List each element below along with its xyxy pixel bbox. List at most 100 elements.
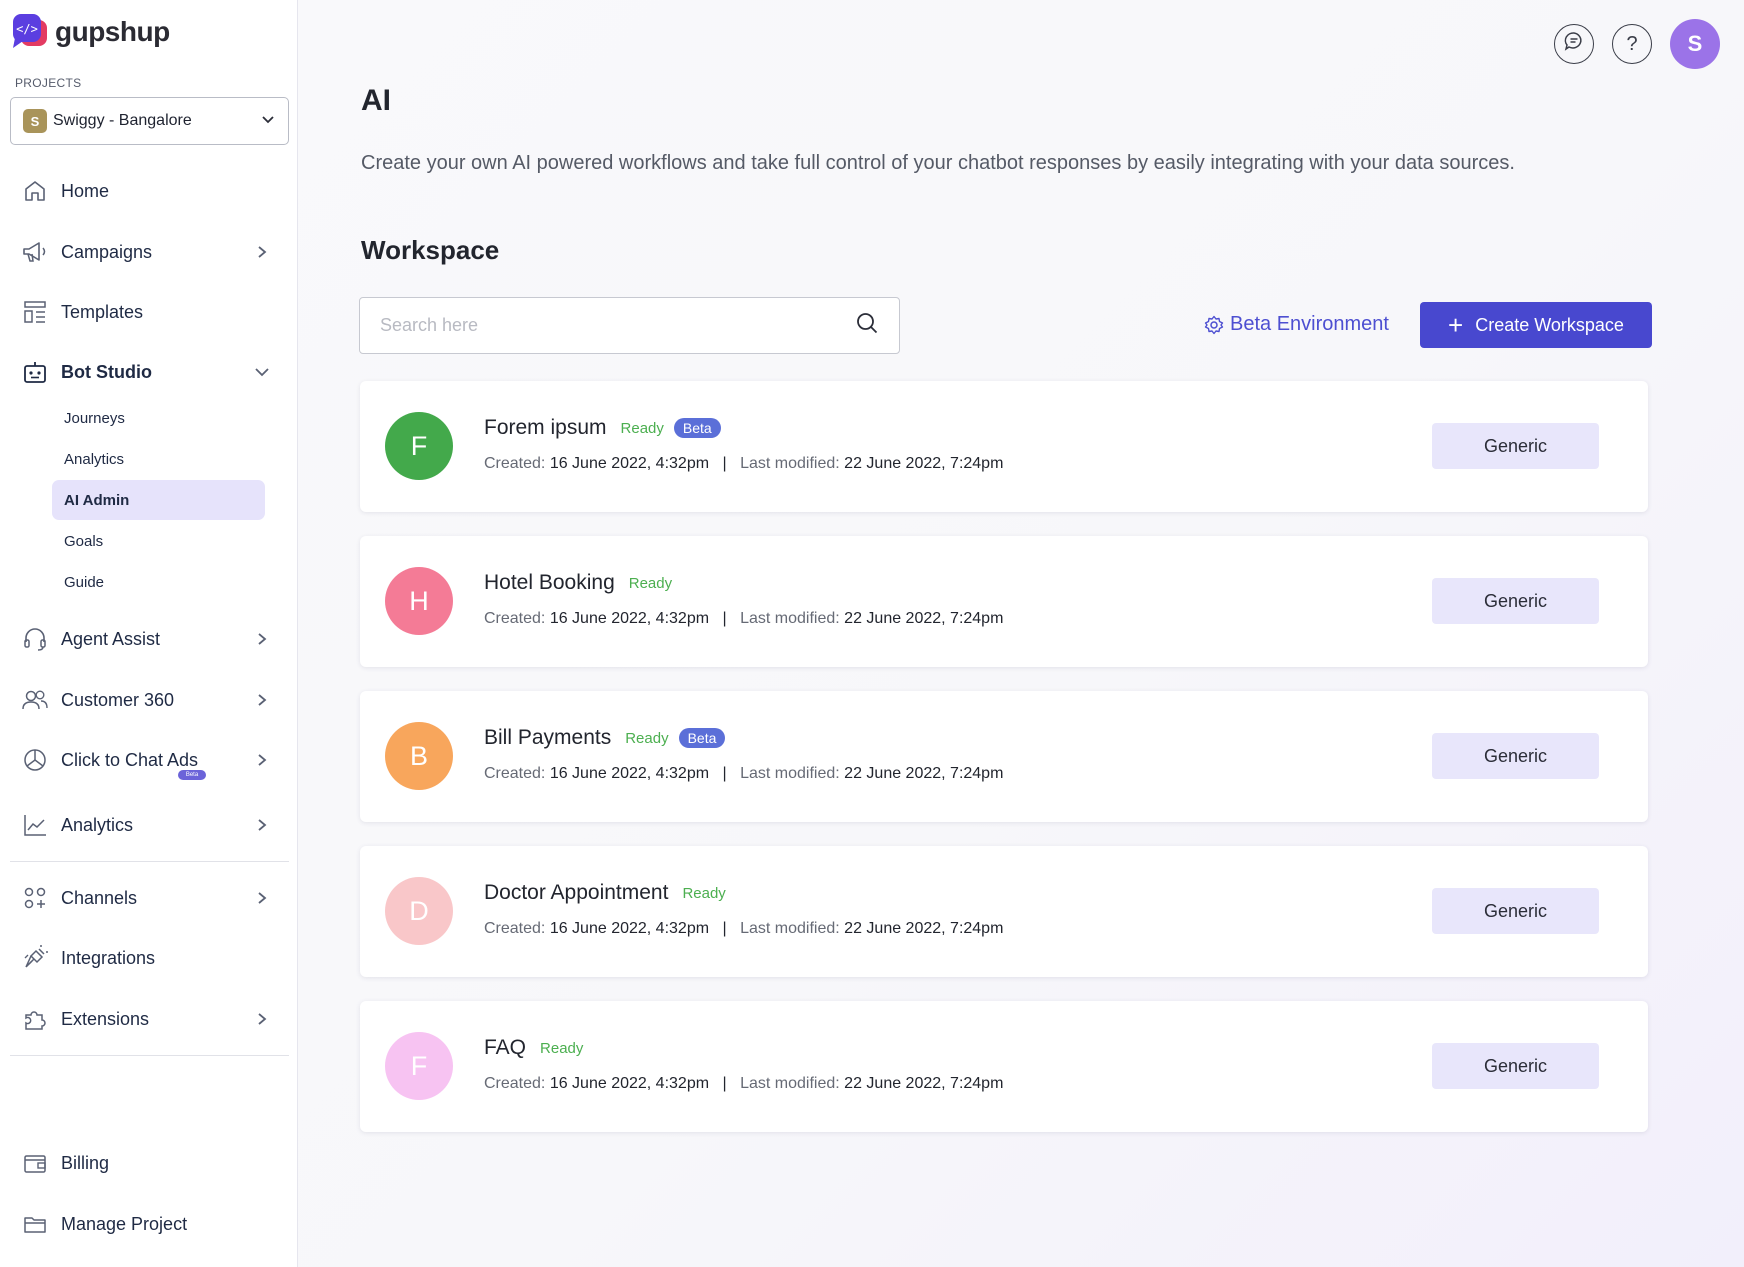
workspace-type-button[interactable]: Generic <box>1432 578 1599 624</box>
workspace-name-row: Hotel Booking Ready <box>484 571 672 595</box>
users-icon <box>20 685 50 715</box>
home-icon <box>20 176 50 206</box>
section-title: Workspace <box>361 235 500 265</box>
workspace-card[interactable]: F Forem ipsum Ready Beta Created: 16 Jun… <box>360 381 1648 512</box>
sidebar-item-channels[interactable]: Channels <box>20 878 272 918</box>
created-label: Created: <box>484 765 550 782</box>
sidebar-item-click-to-chat-ads[interactable]: Click to Chat Ads <box>20 740 272 780</box>
sidebar-subitem-analytics[interactable]: Analytics <box>52 439 265 479</box>
status-badge: Ready <box>628 574 673 592</box>
created-label: Created: <box>484 920 550 937</box>
search-input[interactable] <box>380 315 855 336</box>
workspace-type-button[interactable]: Generic <box>1432 888 1599 934</box>
sidebar-item-label: Click to Chat Ads <box>61 749 199 770</box>
workspace-meta: Created: 16 June 2022, 4:32pm | Last mod… <box>484 455 1003 473</box>
chevron-right-icon <box>252 242 272 262</box>
chat-icon <box>1563 30 1585 58</box>
workspace-card[interactable]: D Doctor Appointment Ready Created: 16 J… <box>360 846 1648 977</box>
help-button[interactable]: ? <box>1612 24 1652 64</box>
workspace-name[interactable]: Forem ipsum <box>484 416 607 440</box>
sidebar-item-label: Manage Project <box>61 1213 188 1234</box>
beta-badge: Beta <box>178 770 206 780</box>
status-badge: Ready <box>625 729 669 747</box>
beta-badge: Beta <box>678 728 726 748</box>
workspace-type-button[interactable]: Generic <box>1432 1043 1599 1089</box>
workspace-meta: Created: 16 June 2022, 4:32pm | Last mod… <box>484 610 1003 628</box>
megaphone-icon <box>20 237 50 267</box>
workspace-name-row: Doctor Appointment Ready <box>484 881 726 905</box>
header-actions: ? S <box>1536 19 1720 69</box>
search-box <box>359 297 900 354</box>
gear-icon <box>1204 315 1224 335</box>
beta-badge: Beta <box>673 418 721 438</box>
sidebar-item-bot-studio[interactable]: Bot Studio <box>20 352 272 392</box>
workspace-card[interactable]: F FAQ Ready Created: 16 June 2022, 4:32p… <box>360 1001 1648 1132</box>
workspace-name[interactable]: Hotel Booking <box>484 571 615 595</box>
workspace-avatar: F <box>385 412 453 480</box>
workspace-meta: Created: 16 June 2022, 4:32pm | Last mod… <box>484 1075 1003 1093</box>
meta-separator: | <box>722 920 727 937</box>
chevron-right-icon <box>252 750 272 770</box>
main-content: ? S AI Create your own AI powered workfl… <box>298 0 1744 1267</box>
sidebar-item-label: Templates <box>61 301 144 322</box>
line-chart-icon <box>20 810 50 840</box>
sidebar-item-templates[interactable]: Templates <box>20 292 272 332</box>
project-avatar: S <box>23 109 47 133</box>
meta-separator: | <box>722 1075 727 1092</box>
sidebar-item-extensions[interactable]: Extensions <box>20 999 272 1039</box>
workspace-name[interactable]: Bill Payments <box>484 726 611 750</box>
modified-date: 22 June 2022, 7:24pm <box>844 920 1004 937</box>
workspace-name[interactable]: FAQ <box>484 1036 526 1060</box>
help-icon: ? <box>1626 32 1638 55</box>
created-date: 16 June 2022, 4:32pm <box>549 765 710 782</box>
status-badge: Ready <box>540 1039 584 1057</box>
modified-date: 22 June 2022, 7:24pm <box>844 1075 1004 1092</box>
puzzle-icon <box>20 1004 50 1034</box>
page-title: AI <box>361 84 391 117</box>
sidebar-subitem-guide[interactable]: Guide <box>52 562 265 602</box>
gupshup-logo[interactable]: </> gupshup <box>11 12 170 52</box>
svg-text:</>: </> <box>16 22 38 36</box>
status-badge: Ready <box>682 884 726 902</box>
workspace-card[interactable]: H Hotel Booking Ready Created: 16 June 2… <box>360 536 1648 667</box>
sidebar-item-customer-360[interactable]: Customer 360 <box>20 680 272 720</box>
project-name: Swiggy - Bangalore <box>53 112 192 129</box>
sidebar: </> gupshup PROJECTS S Swiggy - Bangalor… <box>0 0 298 1267</box>
beta-environment-label: Beta Environment <box>1230 313 1389 335</box>
pie-chart-icon <box>20 745 50 775</box>
search-icon[interactable] <box>855 311 879 340</box>
user-avatar[interactable]: S <box>1670 19 1720 69</box>
sidebar-divider <box>10 1055 289 1056</box>
project-select[interactable]: S Swiggy - Bangalore <box>10 97 289 145</box>
sidebar-subitem-goals[interactable]: Goals <box>52 521 265 561</box>
sidebar-item-agent-assist[interactable]: Agent Assist <box>20 619 272 659</box>
status-badge: Ready <box>620 419 664 437</box>
chat-button[interactable] <box>1554 24 1594 64</box>
sidebar-item-integrations[interactable]: Integrations <box>20 938 272 978</box>
sidebar-item-campaigns[interactable]: Campaigns <box>20 232 272 272</box>
workspace-avatar: B <box>385 722 453 790</box>
workspace-name-row: Forem ipsum Ready Beta <box>484 416 721 440</box>
workspace-name[interactable]: Doctor Appointment <box>484 881 668 905</box>
sidebar-item-label: Bot Studio <box>61 361 152 382</box>
sidebar-item-manage-project[interactable]: Manage Project <box>20 1204 272 1244</box>
sidebar-item-analytics[interactable]: Analytics <box>20 805 272 845</box>
sidebar-item-label: Agent Assist <box>61 628 161 649</box>
brand-name: gupshup <box>55 16 170 47</box>
workspace-type-button[interactable]: Generic <box>1432 733 1599 779</box>
workspace-avatar: D <box>385 877 453 945</box>
sidebar-item-billing[interactable]: Billing <box>20 1143 272 1183</box>
workspace-card[interactable]: B Bill Payments Ready Beta Created: 16 J… <box>360 691 1648 822</box>
modified-label: Last modified: <box>740 920 845 937</box>
projects-label: PROJECTS <box>15 76 82 90</box>
workspace-name-row: Bill Payments Ready Beta <box>484 726 726 750</box>
plug-icon <box>20 943 50 973</box>
workspace-type-button[interactable]: Generic <box>1432 423 1599 469</box>
create-workspace-button[interactable]: + Create Workspace <box>1420 302 1652 348</box>
sidebar-subitem-ai-admin[interactable]: AI Admin <box>52 480 265 520</box>
beta-environment-link[interactable]: Beta Environment <box>1204 313 1389 336</box>
sidebar-subitem-journeys[interactable]: Journeys <box>52 398 265 438</box>
chevron-right-icon <box>252 629 272 649</box>
created-date: 16 June 2022, 4:32pm <box>549 455 710 472</box>
sidebar-item-home[interactable]: Home <box>20 171 272 211</box>
